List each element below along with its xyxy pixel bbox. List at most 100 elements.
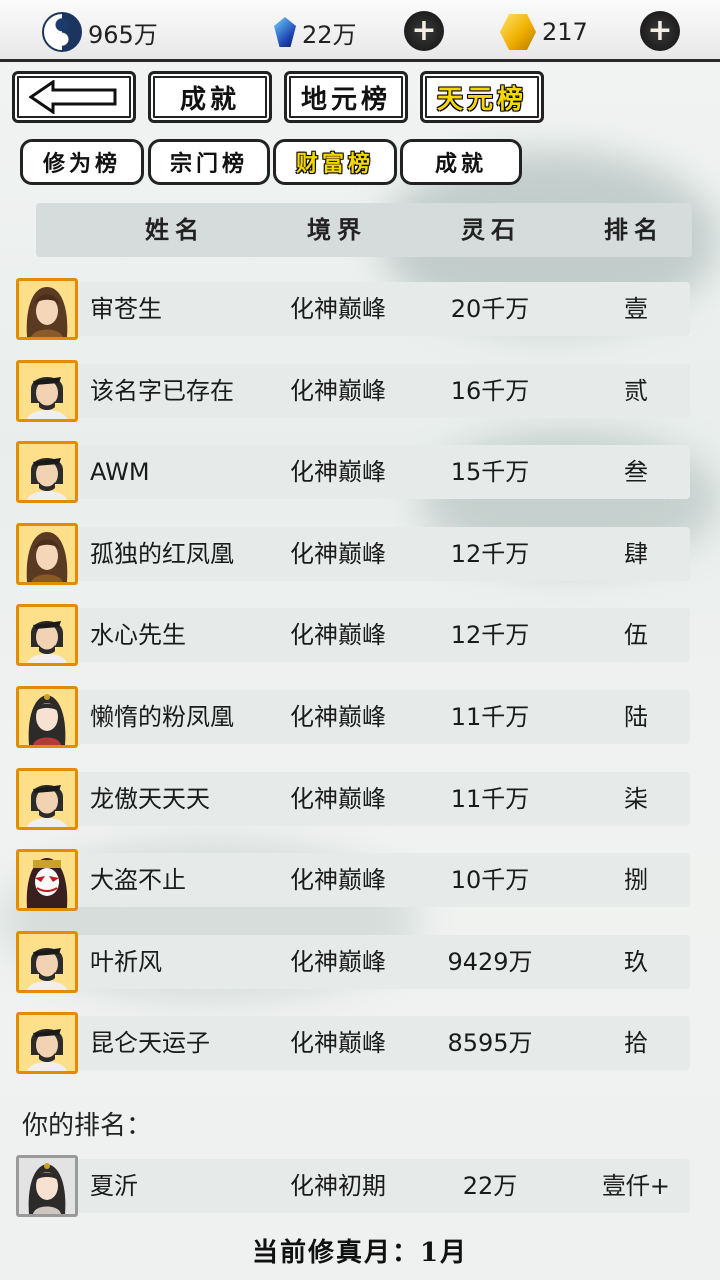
add-blue-gem-button[interactable]: + — [404, 11, 444, 51]
player-realm: 化神巅峰 — [290, 458, 386, 487]
player-stones: 20千万 — [450, 295, 530, 323]
add-gold-button[interactable]: + — [640, 11, 680, 51]
my-rank-row[interactable]: 夏沂 化神初期 22万 壹仟+ — [16, 1155, 690, 1219]
player-name: 懒惰的粉凤凰 — [90, 703, 234, 731]
tab-heaven-ranking[interactable]: 天元榜 — [420, 71, 544, 123]
player-rank: 贰 — [624, 376, 648, 405]
current-month: 当前修真月：1月 — [251, 1238, 469, 1268]
player-rank: 陆 — [624, 703, 648, 731]
my-realm: 化神初期 — [290, 1172, 386, 1200]
blue-gem-icon — [274, 17, 296, 47]
player-stones: 16千万 — [450, 376, 530, 405]
column-realm: 境界 — [307, 215, 367, 244]
blue-gem-value: 22万 — [302, 20, 357, 49]
portrait-swordsman-icon — [19, 1015, 75, 1072]
table-row[interactable]: 该名字已存在 化神巅峰 16千万 贰 — [16, 359, 690, 424]
player-rank: 拾 — [624, 1029, 648, 1058]
subtab-cultivation[interactable]: 修为榜 — [20, 139, 144, 185]
subtab-wealth[interactable]: 财富榜 — [273, 139, 397, 185]
player-rank: 叁 — [624, 458, 648, 487]
back-button[interactable] — [12, 71, 136, 123]
tab-achievements[interactable]: 成就 — [148, 71, 272, 123]
player-stones: 12千万 — [450, 539, 530, 568]
player-rank: 捌 — [624, 866, 648, 895]
player-realm: 化神巅峰 — [290, 621, 386, 650]
player-avatar[interactable] — [16, 686, 78, 748]
my-rank-label: 你的排名： — [22, 1111, 153, 1141]
ranking-header: 姓名 境界 灵石 排名 — [36, 203, 692, 257]
portrait-lady-icon — [19, 689, 75, 745]
player-avatar[interactable] — [16, 522, 78, 585]
player-name: 叶祈风 — [90, 947, 162, 976]
resource-bar: 965万 22万 + 217 + — [0, 0, 720, 62]
player-stones: 11千万 — [450, 784, 530, 813]
table-row[interactable]: 孤独的红凤凰 化神巅峰 12千万 肆 — [16, 522, 690, 587]
my-stones: 22万 — [462, 1172, 518, 1200]
player-avatar[interactable] — [16, 849, 78, 912]
portrait-swordsman-icon — [19, 444, 75, 501]
portrait-swordsman-icon — [19, 362, 75, 419]
player-avatar[interactable] — [16, 359, 78, 422]
player-name: 孤独的红凤凰 — [90, 539, 234, 568]
player-rank: 伍 — [624, 621, 648, 650]
table-row[interactable]: 审苍生 化神巅峰 20千万 壹 — [16, 278, 690, 342]
taiji-value: 965万 — [88, 20, 158, 49]
column-rank: 排名 — [604, 215, 664, 244]
table-row[interactable]: 昆仑天运子 化神巅峰 8595万 拾 — [16, 1012, 690, 1076]
player-name: AWM — [90, 458, 150, 487]
player-realm: 化神巅峰 — [290, 784, 386, 813]
taiji-resource: 965万 — [42, 12, 158, 52]
player-rank: 肆 — [624, 539, 648, 568]
player-rank: 壹 — [624, 295, 648, 323]
player-name: 审苍生 — [90, 295, 162, 323]
my-name: 夏沂 — [90, 1172, 138, 1200]
player-realm: 化神巅峰 — [290, 1029, 386, 1058]
gold-resource: 217 — [500, 12, 588, 52]
player-name: 昆仑天运子 — [90, 1029, 210, 1058]
yin-yang-icon — [42, 12, 82, 52]
player-stones: 9429万 — [447, 947, 533, 976]
player-name: 大盗不止 — [90, 866, 186, 895]
table-row[interactable]: AWM 化神巅峰 15千万 叁 — [16, 441, 690, 505]
subtab-sect[interactable]: 宗门榜 — [148, 139, 270, 185]
player-name: 龙傲天天天 — [90, 784, 210, 813]
table-row[interactable]: 龙傲天天天 化神巅峰 11千万 柒 — [16, 767, 690, 832]
portrait-warrior-icon — [19, 281, 75, 337]
player-name: 水心先生 — [90, 621, 186, 650]
back-arrow-icon — [28, 79, 119, 115]
player-stones: 8595万 — [447, 1029, 533, 1058]
player-realm: 化神巅峰 — [290, 703, 386, 731]
player-avatar[interactable] — [16, 767, 78, 830]
portrait-lady-icon — [19, 1158, 75, 1214]
portrait-masked-icon — [19, 852, 75, 909]
table-row[interactable]: 水心先生 化神巅峰 12千万 伍 — [16, 604, 690, 668]
player-stones: 12千万 — [450, 621, 530, 650]
player-stones: 15千万 — [450, 458, 530, 487]
table-row[interactable]: 叶祈风 化神巅峰 9429万 玖 — [16, 930, 690, 995]
player-avatar[interactable] — [16, 604, 78, 667]
blue-gem-resource: 22万 — [274, 12, 357, 52]
column-name: 姓名 — [145, 215, 205, 244]
my-rank-value: 壹仟+ — [601, 1172, 671, 1200]
gold-value: 217 — [542, 18, 588, 46]
player-avatar[interactable] — [16, 441, 78, 504]
portrait-swordsman-icon — [19, 607, 75, 664]
player-name: 该名字已存在 — [90, 376, 234, 405]
table-row[interactable]: 大盗不止 化神巅峰 10千万 捌 — [16, 849, 690, 913]
portrait-swordsman-icon — [19, 770, 75, 827]
player-avatar[interactable] — [16, 930, 78, 993]
player-rank: 玖 — [624, 947, 648, 976]
portrait-swordsman-icon — [19, 933, 75, 990]
subtab-achievements[interactable]: 成就 — [400, 139, 522, 185]
player-realm: 化神巅峰 — [290, 539, 386, 568]
my-avatar[interactable] — [16, 1155, 78, 1217]
tab-earth-ranking[interactable]: 地元榜 — [284, 71, 408, 123]
table-row[interactable]: 懒惰的粉凤凰 化神巅峰 11千万 陆 — [16, 686, 690, 750]
gold-ingot-icon — [500, 14, 536, 50]
player-avatar[interactable] — [16, 278, 78, 340]
portrait-warrior-icon — [19, 525, 75, 582]
player-avatar[interactable] — [16, 1012, 78, 1075]
player-rank: 柒 — [624, 784, 648, 813]
player-realm: 化神巅峰 — [290, 376, 386, 405]
player-stones: 10千万 — [450, 866, 530, 895]
